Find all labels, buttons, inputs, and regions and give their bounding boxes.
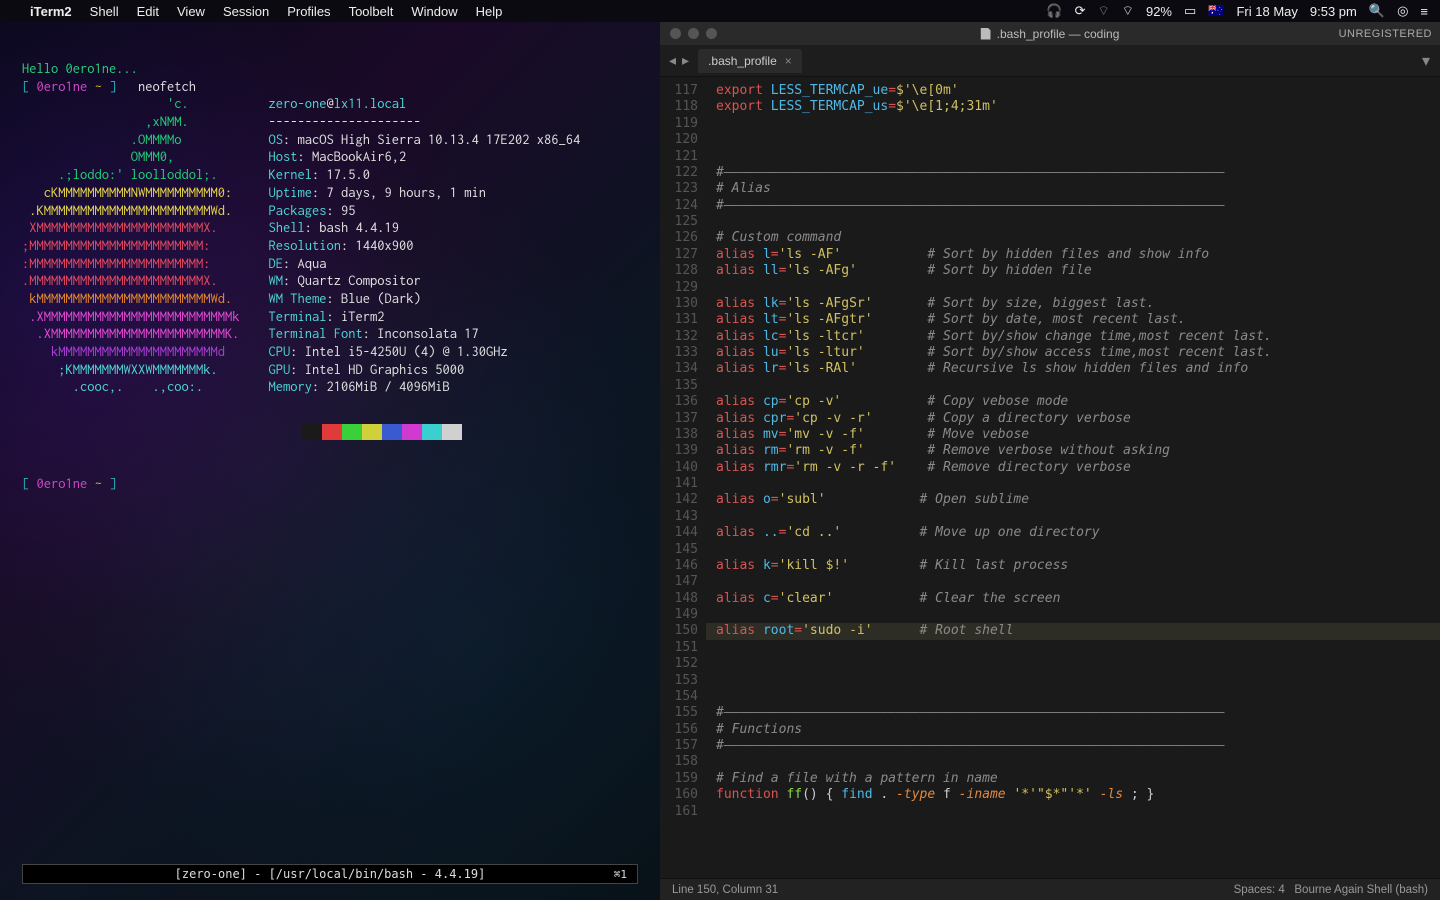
tab-history-fwd-icon[interactable]: ▸ <box>679 52 692 69</box>
flag-icon[interactable]: 🇦🇺 <box>1208 3 1224 19</box>
sublime-title-text: .bash_profile — coding <box>997 27 1120 41</box>
close-traffic-icon[interactable] <box>670 28 681 39</box>
color-palette <box>302 424 640 440</box>
sublime-window: .bash_profile — coding UNREGISTERED ◂ ▸ … <box>660 22 1440 900</box>
siri-icon[interactable]: ◎ <box>1397 3 1408 19</box>
iterm-status-text: [zero-one] - [/usr/local/bin/bash - 4.4.… <box>175 867 486 881</box>
menu-view[interactable]: View <box>177 4 205 19</box>
menu-shell[interactable]: Shell <box>90 4 119 19</box>
status-spaces[interactable]: Spaces: 4 <box>1234 884 1285 896</box>
terminal-output[interactable]: Hello 0ero1ne... [ 0ero1ne ~ ] neofetch … <box>0 40 660 493</box>
status-cursor[interactable]: Line 150, Column 31 <box>672 884 778 896</box>
tab-label: .bash_profile <box>708 54 777 68</box>
menu-window[interactable]: Window <box>411 4 457 19</box>
iterm-window[interactable]: Hello 0ero1ne... [ 0ero1ne ~ ] neofetch … <box>0 22 660 900</box>
sublime-tabbar: ◂ ▸ .bash_profile × ▾ <box>660 45 1440 77</box>
sublime-titlebar[interactable]: .bash_profile — coding UNREGISTERED <box>660 22 1440 45</box>
minimize-traffic-icon[interactable] <box>688 28 699 39</box>
bluetooth-icon[interactable]: ⌔ <box>1098 3 1110 19</box>
tab-overflow-icon[interactable]: ▾ <box>1422 51 1434 71</box>
zoom-traffic-icon[interactable] <box>706 28 717 39</box>
file-icon <box>981 28 991 40</box>
app-name[interactable]: iTerm2 <box>30 4 72 19</box>
battery-icon[interactable]: ▭ <box>1184 3 1196 19</box>
headphones-icon[interactable]: 🎧 <box>1046 3 1062 19</box>
menubar-date[interactable]: Fri 18 May <box>1236 4 1297 19</box>
code-area[interactable]: export LESS_TERMCAP_ue=$'\e[0m' export L… <box>706 77 1440 878</box>
iterm-status-bar[interactable]: [zero-one] - [/usr/local/bin/bash - 4.4.… <box>22 864 638 884</box>
notification-center-icon[interactable]: ≡ <box>1420 4 1428 19</box>
line-gutter: 117 118 119 120 121 122 123 124 125 126 … <box>660 77 706 878</box>
tab-close-icon[interactable]: × <box>785 54 792 68</box>
macos-menubar: iTerm2 Shell Edit View Session Profiles … <box>0 0 1440 22</box>
menubar-time: 9:53 pm <box>1310 4 1357 19</box>
unregistered-label: UNREGISTERED <box>1339 28 1432 40</box>
menu-session[interactable]: Session <box>223 4 269 19</box>
status-syntax[interactable]: Bourne Again Shell (bash) <box>1294 884 1428 896</box>
tab-history-back-icon[interactable]: ◂ <box>666 52 679 69</box>
spotlight-icon[interactable]: 🔍 <box>1369 3 1385 19</box>
timemachine-icon[interactable]: ⟳ <box>1075 3 1086 19</box>
wifi-icon[interactable]: ⌔ <box>1122 3 1134 19</box>
menu-help[interactable]: Help <box>476 4 503 19</box>
battery-percent: 92% <box>1146 4 1172 19</box>
menu-edit[interactable]: Edit <box>137 4 159 19</box>
menu-toolbelt[interactable]: Toolbelt <box>349 4 394 19</box>
tab-bash-profile[interactable]: .bash_profile × <box>698 49 802 73</box>
menu-profiles[interactable]: Profiles <box>287 4 330 19</box>
iterm-status-shortcut: ⌘1 <box>614 868 627 881</box>
sublime-statusbar: Line 150, Column 31 Spaces: 4 Bourne Aga… <box>660 878 1440 900</box>
sublime-editor[interactable]: 117 118 119 120 121 122 123 124 125 126 … <box>660 77 1440 878</box>
